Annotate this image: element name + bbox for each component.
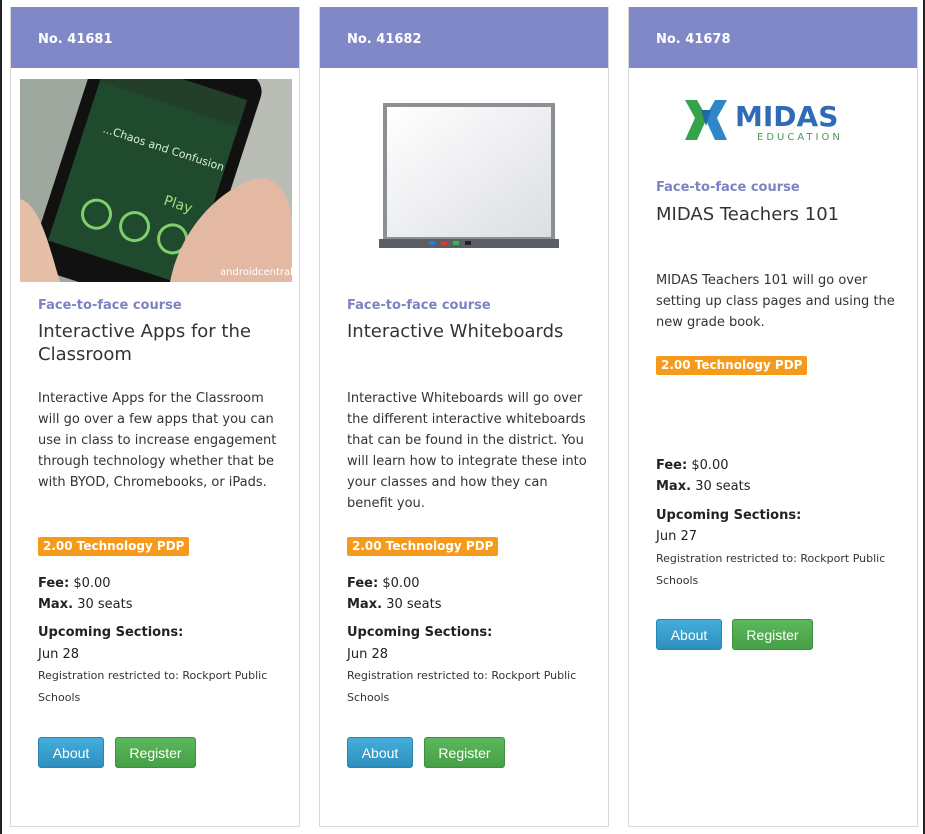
about-button[interactable]: About [38,737,104,768]
course-card-41678: No. 41678 MIDAS EDUCATION Face-to-face c… [628,7,918,827]
section-date: Jun 28 [347,647,388,662]
max-label: Max. [656,479,692,494]
register-button[interactable]: Register [732,619,813,650]
fee-line: Fee: $0.00 [656,458,729,473]
course-card-41682: No. 41682 Face-to-face course Interactiv… [319,7,609,827]
max-label: Max. [347,597,383,612]
course-description: Interactive Whiteboards will go over the… [347,391,587,511]
max-value: 30 seats [77,597,133,612]
logo-sub-text: EDUCATION [757,132,843,143]
max-value: 30 seats [695,479,751,494]
about-button[interactable]: About [656,619,722,650]
registration-restriction: Registration restricted to: Rockport Pub… [38,669,268,704]
upcoming-sections-label: Upcoming Sections: [347,625,493,640]
course-image-phone: ...Chaos and Confusion Play androidcentr… [20,79,292,282]
registration-restriction: Registration restricted to: Rockport Pub… [656,552,886,587]
course-type: Face-to-face course [347,298,491,313]
pdp-badge: 2.00 Technology PDP [656,356,808,375]
upcoming-sections-label: Upcoming Sections: [656,508,802,523]
fee-value: $0.00 [73,576,111,591]
fee-value: $0.00 [691,458,729,473]
fee-label: Fee: [347,576,379,591]
registration-restriction: Registration restricted to: Rockport Pub… [347,669,577,704]
course-title: MIDAS Teachers 101 [656,204,840,225]
phone-illustration: ...Chaos and Confusion Play androidcentr… [20,79,292,282]
course-description: MIDAS Teachers 101 will go over setting … [656,273,895,330]
image-watermark: androidcentral [220,267,292,278]
register-button[interactable]: Register [115,737,196,768]
pdp-badge: 2.00 Technology PDP [347,537,499,556]
course-number: No. 41681 [11,7,299,68]
midas-education-logo: MIDAS EDUCATION [683,96,863,146]
logo-main-text: MIDAS [735,100,838,133]
section-date: Jun 28 [38,647,79,662]
max-line: Max. 30 seats [38,597,132,612]
max-line: Max. 30 seats [656,479,750,494]
upcoming-sections-label: Upcoming Sections: [38,625,184,640]
fee-line: Fee: $0.00 [347,576,420,591]
midas-logo-graphic: MIDAS EDUCATION [685,100,843,143]
course-card-41681: No. 41681 ...Chaos and Confusion Play an… [10,7,300,827]
fee-label: Fee: [38,576,70,591]
course-number: No. 41678 [629,7,917,68]
max-label: Max. [38,597,74,612]
fee-line: Fee: $0.00 [38,576,111,591]
pdp-badge: 2.00 Technology PDP [38,537,190,556]
fee-value: $0.00 [382,576,420,591]
course-description: Interactive Apps for the Classroom will … [38,391,277,490]
course-number: No. 41682 [320,7,608,68]
whiteboard-illustration [379,103,559,248]
course-image-whiteboard [329,79,601,282]
max-line: Max. 30 seats [347,597,441,612]
course-title: Interactive Apps for the Classroom [38,321,251,365]
section-date: Jun 27 [656,529,697,544]
register-button[interactable]: Register [424,737,505,768]
fee-label: Fee: [656,458,688,473]
course-type: Face-to-face course [38,298,182,313]
max-value: 30 seats [386,597,442,612]
about-button[interactable]: About [347,737,413,768]
course-title: Interactive Whiteboards [347,321,564,342]
course-type: Face-to-face course [656,180,800,195]
